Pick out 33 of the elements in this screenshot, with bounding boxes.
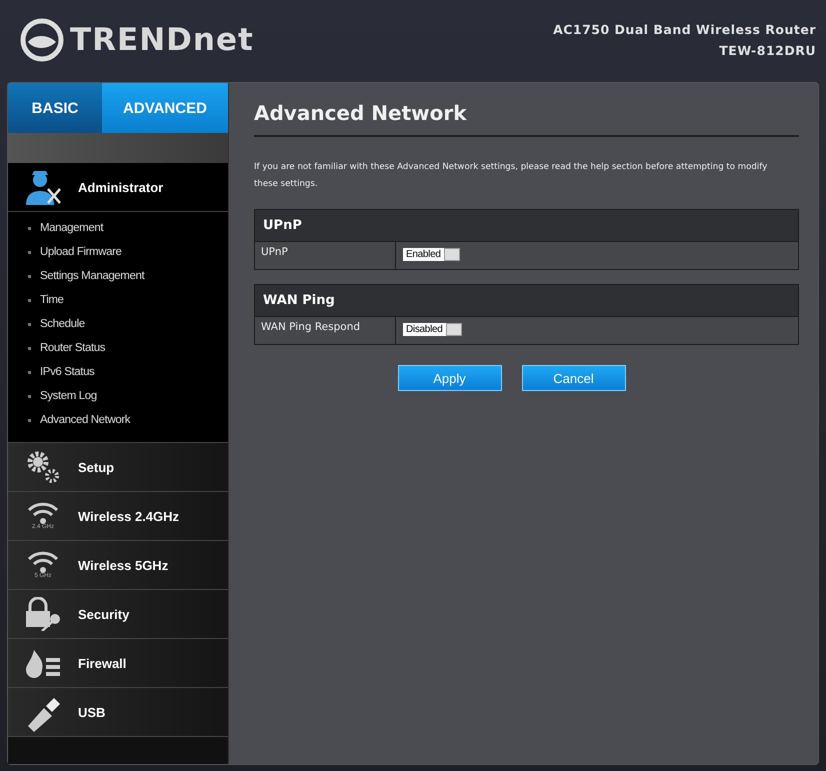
wifi-icon bbox=[27, 502, 59, 524]
model-name: TEW-812DRU bbox=[719, 43, 816, 58]
menu-link[interactable]: Security bbox=[78, 606, 130, 622]
submenu-link[interactable]: Time bbox=[28, 288, 228, 312]
submenu-link[interactable]: Advanced Network bbox=[28, 408, 228, 432]
submenu-link[interactable]: Router Status bbox=[28, 336, 228, 360]
page-title: Advanced Network bbox=[254, 95, 799, 137]
product-name: AC1750 Dual Band Wireless Router bbox=[553, 22, 816, 37]
gears-icon bbox=[26, 450, 60, 484]
setting-label: WAN Ping Respond bbox=[255, 317, 396, 344]
menu-link[interactable]: Wireless 2.4GHz bbox=[78, 508, 180, 524]
menu-link[interactable]: Setup bbox=[78, 460, 114, 474]
menu-link[interactable]: USB bbox=[78, 704, 106, 720]
intro-text: If you are not familiar with these Advanced Network settings, please read the help section before attempting to modify these settings. bbox=[254, 161, 768, 191]
submenu-link[interactable]: Management bbox=[28, 216, 228, 240]
menu-link[interactable]: Wireless 5GHz bbox=[78, 558, 168, 572]
wifi-icon bbox=[27, 551, 59, 573]
menu-link[interactable]: Administrator bbox=[78, 180, 164, 194]
section-title: WAN Ping bbox=[255, 285, 798, 316]
firewall-icon bbox=[24, 648, 62, 678]
section-title: UPnP bbox=[255, 210, 798, 241]
submenu-link[interactable]: Upload Firmware bbox=[28, 240, 228, 264]
submenu-link[interactable]: System Log bbox=[28, 384, 228, 408]
technician-icon bbox=[24, 169, 62, 205]
setting-label: UPnP bbox=[255, 242, 396, 269]
submenu-link[interactable]: Settings Management bbox=[28, 264, 228, 288]
submenu-link[interactable]: Schedule bbox=[28, 312, 228, 336]
menu-link[interactable]: Firewall bbox=[78, 656, 126, 670]
logo: TRENDnet bbox=[70, 22, 254, 58]
logo-icon bbox=[20, 18, 64, 62]
nav-tab[interactable]: BASIC bbox=[8, 83, 102, 133]
lock-and-key-icon bbox=[24, 597, 62, 631]
submenu-link[interactable]: IPv6 Status bbox=[28, 360, 228, 384]
